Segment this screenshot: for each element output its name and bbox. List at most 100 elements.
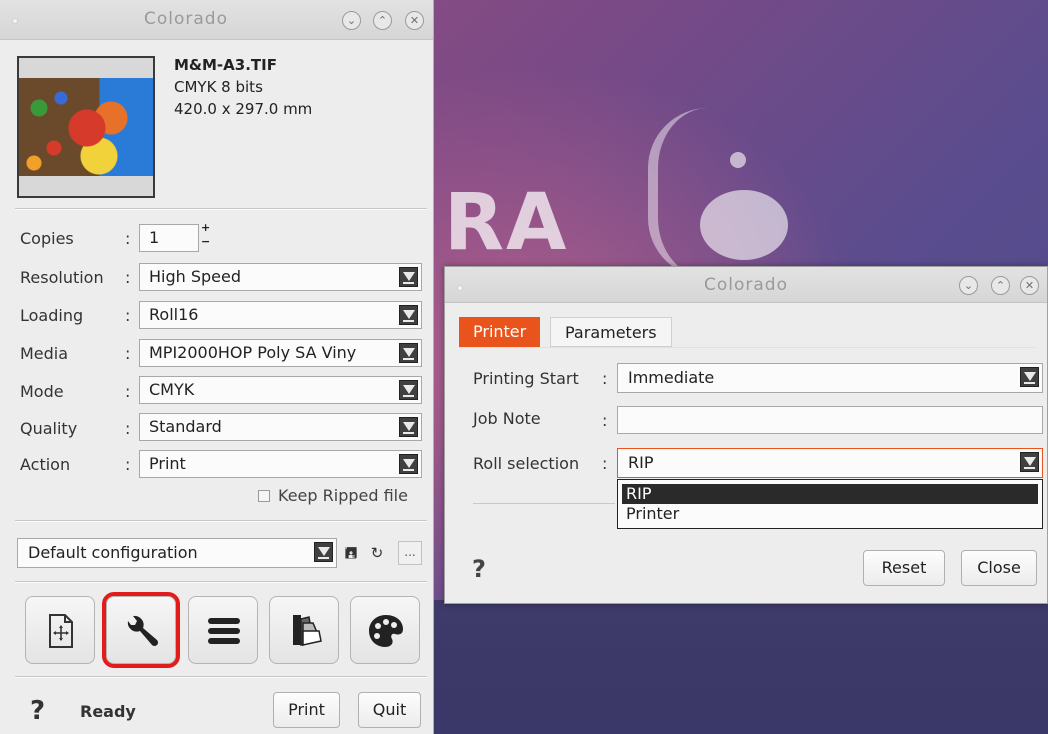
refresh-icon[interactable]: ↻ (367, 542, 387, 564)
roll-selection-value: RIP (628, 453, 654, 472)
settings-button[interactable] (102, 592, 180, 668)
mode-label: Mode (20, 382, 64, 401)
increment-icon[interactable]: + (201, 222, 210, 234)
tab-parameters[interactable]: Parameters (550, 317, 672, 347)
help-icon[interactable]: ? (472, 555, 486, 583)
divider (15, 676, 427, 678)
colon: : (602, 411, 608, 430)
palette-icon (369, 615, 403, 647)
divider (473, 503, 615, 504)
help-icon[interactable]: ? (30, 696, 45, 726)
roll-selection-dropdown[interactable]: RIP Printer (617, 479, 1043, 529)
list-icon (208, 618, 240, 644)
configuration-value: Default configuration (28, 543, 198, 562)
wallpaper-dot (730, 152, 746, 168)
roll-selection-select[interactable]: RIP (617, 448, 1043, 478)
close-button[interactable]: Close (961, 550, 1037, 586)
dialog-titlebar[interactable]: Colorado ⌄ ⌃ ✕ (445, 267, 1047, 303)
resolution-value: High Speed (149, 267, 242, 286)
colon: : (125, 382, 131, 401)
roll-selection-label: Roll selection (473, 454, 580, 473)
close-icon[interactable]: ✕ (1020, 276, 1039, 295)
action-label: Action (20, 455, 71, 474)
divider (15, 520, 427, 522)
dropdown-arrow-icon[interactable] (314, 542, 333, 562)
dropdown-arrow-icon[interactable] (399, 267, 418, 287)
tab-printer[interactable]: Printer (459, 317, 541, 347)
dropdown-arrow-icon[interactable] (399, 454, 418, 474)
loading-value: Roll16 (149, 305, 199, 324)
desktop-bottom (432, 600, 1048, 734)
colon: : (602, 369, 608, 388)
colon: : (125, 455, 131, 474)
dropdown-arrow-icon[interactable] (399, 380, 418, 400)
divider (15, 581, 427, 583)
action-value: Print (149, 454, 186, 473)
divider (15, 208, 427, 210)
dropdown-arrow-icon[interactable] (1020, 367, 1039, 387)
quality-select[interactable]: Standard (139, 413, 422, 441)
printing-start-label: Printing Start (473, 369, 579, 388)
decrement-icon[interactable]: − (201, 236, 210, 248)
loading-label: Loading (20, 306, 84, 325)
dropdown-arrow-icon[interactable] (1020, 452, 1039, 472)
reset-button[interactable]: Reset (863, 550, 945, 586)
keep-ripped-label: Keep Ripped file (278, 486, 408, 505)
copies-stepper[interactable]: + − (201, 222, 211, 250)
main-titlebar[interactable]: Colorado ⌄ ⌃ ✕ (0, 0, 433, 40)
colon: : (125, 344, 131, 363)
printing-start-select[interactable]: Immediate (617, 363, 1043, 393)
main-window: Colorado ⌄ ⌃ ✕ M&M-A3.TIF CMYK 8 bits 42… (0, 0, 434, 734)
job-note-input[interactable] (617, 406, 1043, 434)
maximize-icon[interactable]: ⌃ (373, 11, 392, 30)
close-icon[interactable]: ✕ (405, 11, 424, 30)
media-select[interactable]: MPI2000HOP Poly SA Viny (139, 339, 422, 367)
swatches-button[interactable] (269, 596, 339, 664)
mode-select[interactable]: CMYK (139, 376, 422, 404)
queue-button[interactable] (188, 596, 258, 664)
checkbox-icon[interactable] (258, 490, 270, 502)
window-menu-dot[interactable] (12, 18, 18, 24)
save-icon[interactable]: 🖪 (341, 542, 361, 564)
dropdown-arrow-icon[interactable] (399, 305, 418, 325)
wallpaper-logo: RA (444, 178, 569, 268)
quit-button[interactable]: Quit (358, 692, 421, 728)
status-text: Ready (80, 702, 136, 721)
swatch-icon (293, 615, 322, 647)
dropdown-option-printer[interactable]: Printer (618, 504, 1042, 524)
keep-ripped-checkbox[interactable]: Keep Ripped file (258, 486, 408, 505)
colon: : (125, 229, 131, 248)
dropdown-option-rip[interactable]: RIP (622, 484, 1038, 504)
quality-label: Quality (20, 419, 78, 438)
minimize-icon[interactable]: ⌄ (959, 276, 978, 295)
colon: : (125, 306, 131, 325)
dropdown-arrow-icon[interactable] (399, 417, 418, 437)
action-select[interactable]: Print (139, 450, 422, 478)
image-thumbnail (17, 56, 155, 198)
colon: : (125, 419, 131, 438)
layout-button[interactable] (25, 596, 95, 664)
printing-start-value: Immediate (628, 368, 715, 387)
resolution-label: Resolution (20, 268, 104, 287)
copies-input[interactable]: 1 (139, 224, 199, 252)
color-button[interactable] (350, 596, 420, 664)
resolution-select[interactable]: High Speed (139, 263, 422, 291)
media-label: Media (20, 344, 69, 363)
dropdown-arrow-icon[interactable] (399, 343, 418, 363)
layout-icon (49, 614, 73, 648)
more-button[interactable]: ... (398, 541, 422, 565)
maximize-icon[interactable]: ⌃ (991, 276, 1010, 295)
copies-label: Copies (20, 229, 74, 248)
tab-underline (459, 347, 1035, 348)
colon: : (602, 454, 608, 473)
dialog-title: Colorado (704, 275, 788, 295)
loading-select[interactable]: Roll16 (139, 301, 422, 329)
job-note-label: Job Note (473, 409, 541, 428)
mode-value: CMYK (149, 380, 195, 399)
colon: : (125, 268, 131, 287)
file-name: M&M-A3.TIF (174, 56, 277, 74)
configuration-select[interactable]: Default configuration (17, 538, 337, 568)
minimize-icon[interactable]: ⌄ (342, 11, 361, 30)
settings-dialog: Colorado ⌄ ⌃ ✕ Printer Parameters Printi… (444, 266, 1048, 604)
print-button[interactable]: Print (273, 692, 340, 728)
